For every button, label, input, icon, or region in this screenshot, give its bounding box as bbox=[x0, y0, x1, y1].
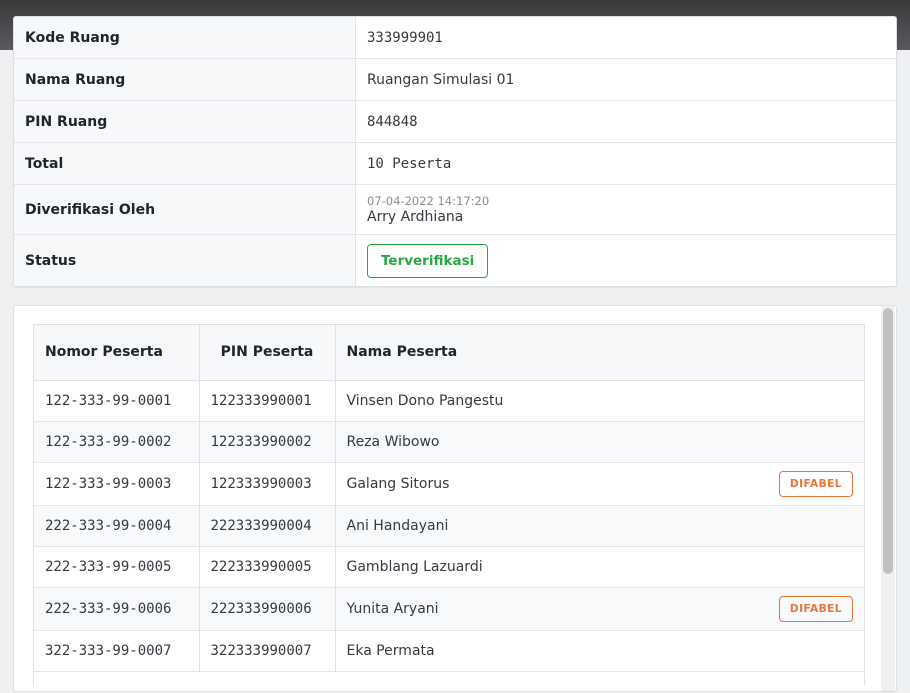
participant-name-text: Reza Wibowo bbox=[346, 433, 440, 450]
header-nama-peserta[interactable]: Nama Peserta bbox=[335, 325, 864, 380]
status-row: Status Terverifikasi bbox=[14, 235, 896, 286]
participant-name: Ani Handayani bbox=[335, 505, 864, 546]
vertical-scrollbar[interactable] bbox=[881, 306, 895, 691]
table-row: 122-333-99-0002 122333990002 Reza Wibowo bbox=[34, 421, 864, 462]
room-pin-value: 844848 bbox=[367, 113, 418, 130]
participant-number: 222-333-99-0005 bbox=[34, 546, 200, 587]
verified-by-label: Diverifikasi Oleh bbox=[14, 185, 356, 234]
participant-pin: 222333990004 bbox=[199, 505, 336, 546]
participant-name: Galang Sitorus DIFABEL bbox=[335, 462, 864, 505]
participant-number: 122-333-99-0002 bbox=[34, 421, 200, 462]
verified-by-row: Diverifikasi Oleh 07-04-2022 14:17:20 Ar… bbox=[14, 185, 896, 235]
participant-number: 122-333-99-0003 bbox=[34, 462, 200, 505]
room-pin-label: PIN Ruang bbox=[14, 101, 356, 142]
table-row: 222-333-99-0005 222333990005 Gamblang La… bbox=[34, 546, 864, 587]
room-name-row: Nama Ruang Ruangan Simulasi 01 bbox=[14, 59, 896, 101]
header-pin-peserta[interactable]: PIN Peserta bbox=[199, 325, 336, 380]
participant-name: Reza Wibowo bbox=[335, 421, 864, 462]
verified-timestamp: 07-04-2022 14:17:20 bbox=[367, 193, 490, 208]
total-value: 10 Peserta bbox=[367, 155, 452, 172]
participant-pin: 122333990001 bbox=[199, 380, 336, 421]
participants-table-container[interactable]: Nomor Peserta PIN Peserta Nama Peserta 1… bbox=[33, 324, 865, 685]
room-pin-row: PIN Ruang 844848 bbox=[14, 101, 896, 143]
table-row: 222-333-99-0004 222333990004 Ani Handaya… bbox=[34, 505, 864, 546]
participant-name: Gamblang Lazuardi bbox=[335, 546, 864, 587]
room-info-card: Kode Ruang 333999901 Nama Ruang Ruangan … bbox=[13, 16, 897, 287]
status-badge: Terverifikasi bbox=[367, 243, 489, 278]
table-row: 122-333-99-0003 122333990003 Galang Sito… bbox=[34, 462, 864, 505]
participant-name-text: Vinsen Dono Pangestu bbox=[346, 392, 504, 409]
participants-card: Nomor Peserta PIN Peserta Nama Peserta 1… bbox=[13, 305, 897, 692]
table-row: 222-333-99-0006 222333990006 Yunita Arya… bbox=[34, 587, 864, 630]
participant-pin: 122333990003 bbox=[199, 462, 336, 505]
total-row: Total 10 Peserta bbox=[14, 143, 896, 185]
difabel-badge: DIFABEL bbox=[778, 595, 853, 622]
participant-name: Vinsen Dono Pangestu bbox=[335, 380, 864, 421]
header-nomor-peserta[interactable]: Nomor Peserta bbox=[34, 325, 200, 380]
table-header-row: Nomor Peserta PIN Peserta Nama Peserta bbox=[34, 325, 864, 380]
scrollbar-thumb[interactable] bbox=[883, 308, 893, 574]
difabel-badge: DIFABEL bbox=[778, 470, 853, 497]
table-row: 122-333-99-0001 122333990001 Vinsen Dono… bbox=[34, 380, 864, 421]
participant-name: Yunita Aryani DIFABEL bbox=[335, 587, 864, 630]
room-code-value: 333999901 bbox=[367, 29, 443, 46]
status-value: Terverifikasi bbox=[356, 235, 896, 286]
verified-by-value: 07-04-2022 14:17:20 Arry Ardhiana bbox=[356, 185, 896, 234]
room-code-label: Kode Ruang bbox=[14, 17, 356, 58]
participant-pin: 122333990002 bbox=[199, 421, 336, 462]
verified-by-name: Arry Ardhiana bbox=[367, 208, 464, 225]
room-name-label: Nama Ruang bbox=[14, 59, 356, 100]
participant-number: 222-333-99-0006 bbox=[34, 587, 200, 630]
participant-name-text: Ani Handayani bbox=[346, 517, 449, 534]
participant-number: 222-333-99-0004 bbox=[34, 505, 200, 546]
participant-name-text: Galang Sitorus bbox=[346, 475, 450, 492]
participant-pin: 222333990006 bbox=[199, 587, 336, 630]
participant-number: 322-333-99-0007 bbox=[34, 630, 200, 671]
participants-table: Nomor Peserta PIN Peserta Nama Peserta 1… bbox=[34, 325, 864, 672]
participant-pin: 322333990007 bbox=[199, 630, 336, 671]
participant-name-text: Yunita Aryani bbox=[346, 600, 439, 617]
room-code-row: Kode Ruang 333999901 bbox=[14, 17, 896, 59]
room-name-value: Ruangan Simulasi 01 bbox=[367, 71, 515, 88]
participant-name: Eka Permata bbox=[335, 630, 864, 671]
participant-name-text: Gamblang Lazuardi bbox=[346, 558, 483, 575]
total-label: Total bbox=[14, 143, 356, 184]
participant-name-text: Eka Permata bbox=[346, 642, 435, 659]
participant-number: 122-333-99-0001 bbox=[34, 380, 200, 421]
table-row: 322-333-99-0007 322333990007 Eka Permata bbox=[34, 630, 864, 671]
status-label: Status bbox=[14, 235, 356, 286]
participant-pin: 222333990005 bbox=[199, 546, 336, 587]
